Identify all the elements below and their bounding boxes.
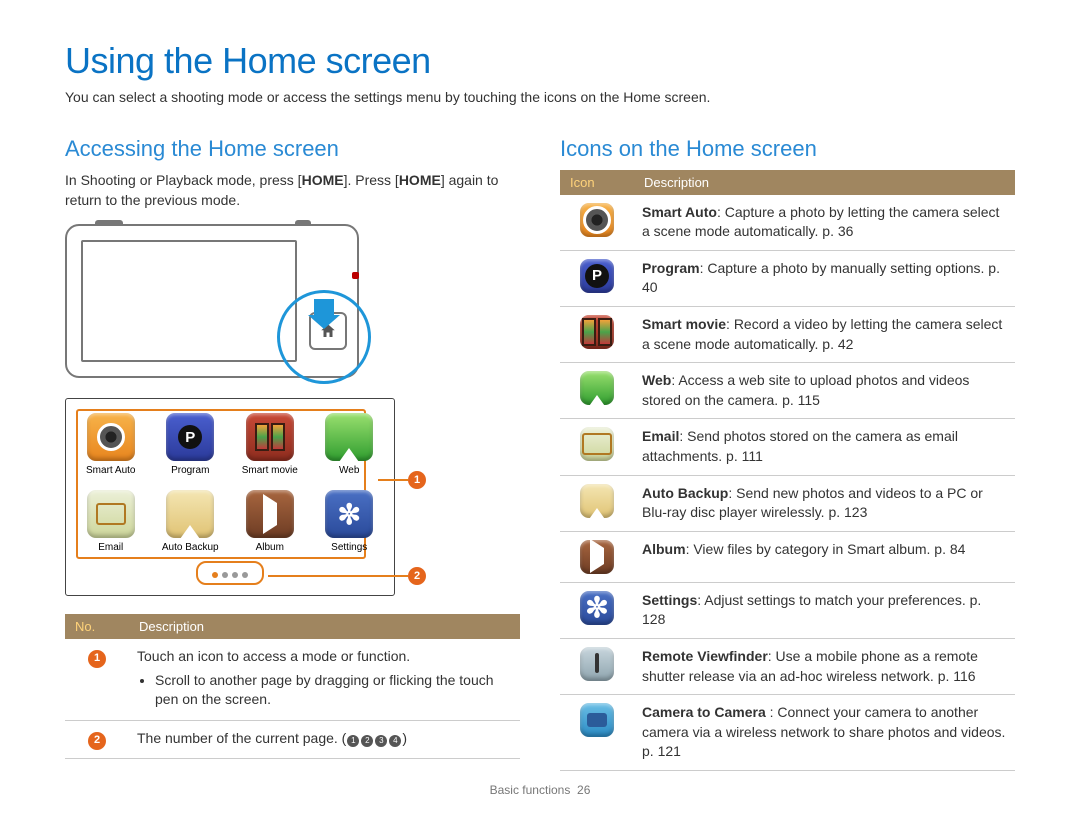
launcher-email[interactable]: Email [80, 490, 142, 553]
web-icon [325, 413, 373, 461]
th-icon: Icon [560, 170, 634, 195]
icon-description: Settings: Adjust settings to match your … [634, 582, 1015, 638]
launcher-label: Email [80, 542, 142, 553]
th-desc: Description [129, 614, 520, 639]
icon-description: Auto Backup: Send new photos and videos … [634, 475, 1015, 531]
th-desc2: Description [634, 170, 1015, 195]
launcher-label: Program [160, 465, 222, 476]
program-icon [580, 259, 614, 293]
album-icon [246, 490, 294, 538]
program-icon [166, 413, 214, 461]
icon-description: Email: Send photos stored on the camera … [634, 419, 1015, 475]
icon-description: Album: View files by category in Smart a… [634, 531, 1015, 582]
album-icon [580, 540, 614, 574]
icon-description: Remote Viewfinder: Use a mobile phone as… [634, 638, 1015, 694]
auto-backup-icon [166, 490, 214, 538]
accessing-intro: In Shooting or Playback mode, press [HOM… [65, 170, 520, 211]
launcher-label: Auto Backup [160, 542, 222, 553]
camera-illustration [65, 224, 359, 378]
right-column: Icons on the Home screen Icon Descriptio… [560, 136, 1015, 771]
launcher-auto-backup[interactable]: Auto Backup [160, 490, 222, 553]
callout-1: 1 [378, 471, 426, 489]
launcher-label: Web [319, 465, 381, 476]
web-icon [580, 371, 614, 405]
page-title: Using the Home screen [65, 40, 1015, 82]
icons-heading: Icons on the Home screen [560, 136, 1015, 162]
email-icon [580, 427, 614, 461]
row-number-badge: 2 [88, 732, 106, 750]
launcher-smart-movie[interactable]: Smart movie [239, 413, 301, 476]
icon-description: Smart Auto: Capture a photo by letting t… [634, 195, 1015, 251]
launcher-settings[interactable]: Settings [319, 490, 381, 553]
icons-table: Icon Description Smart Auto: Capture a p… [560, 170, 1015, 771]
remote-viewfinder-icon [580, 647, 614, 681]
left-column: Accessing the Home screen In Shooting or… [65, 136, 520, 771]
th-no: No. [65, 614, 129, 639]
launcher-smart-auto[interactable]: Smart Auto [80, 413, 142, 476]
row-description: Touch an icon to access a mode or functi… [129, 639, 520, 720]
row-number-badge: 1 [88, 650, 106, 668]
smart-movie-icon [580, 315, 614, 349]
callout-table: No. Description 1 Touch an icon to access… [65, 614, 520, 758]
email-icon [87, 490, 135, 538]
camera-screen [81, 240, 297, 362]
page-footer: Basic functions 26 [0, 783, 1080, 797]
page-indicator[interactable] [196, 561, 264, 585]
launcher-label: Album [239, 542, 301, 553]
accessing-heading: Accessing the Home screen [65, 136, 520, 162]
camera-to-camera-icon [580, 703, 614, 737]
icon-description: Program: Capture a photo by manually set… [634, 250, 1015, 306]
icon-description: Web: Access a web site to upload photos … [634, 363, 1015, 419]
launcher-program[interactable]: Program [160, 413, 222, 476]
launcher-label: Smart movie [239, 465, 301, 476]
home-screen-panel: Smart Auto Program Smart movie Web Email Auto… [65, 398, 395, 596]
icon-description: Camera to Camera : Connect your camera t… [634, 695, 1015, 771]
smart-auto-icon [87, 413, 135, 461]
settings-icon [325, 490, 373, 538]
callout-2: 2 [268, 567, 426, 585]
settings-icon [580, 591, 614, 625]
auto-backup-icon [580, 484, 614, 518]
launcher-label: Settings [319, 542, 381, 553]
page-subtitle: You can select a shooting mode or access… [65, 88, 1015, 108]
smart-auto-icon [580, 203, 614, 237]
smart-movie-icon [246, 413, 294, 461]
launcher-web[interactable]: Web [319, 413, 381, 476]
icon-description: Smart movie: Record a video by letting t… [634, 306, 1015, 362]
launcher-album[interactable]: Album [239, 490, 301, 553]
launcher-label: Smart Auto [80, 465, 142, 476]
press-indicator-circle [277, 290, 371, 384]
row-description: The number of the current page. (1234) [129, 720, 520, 758]
